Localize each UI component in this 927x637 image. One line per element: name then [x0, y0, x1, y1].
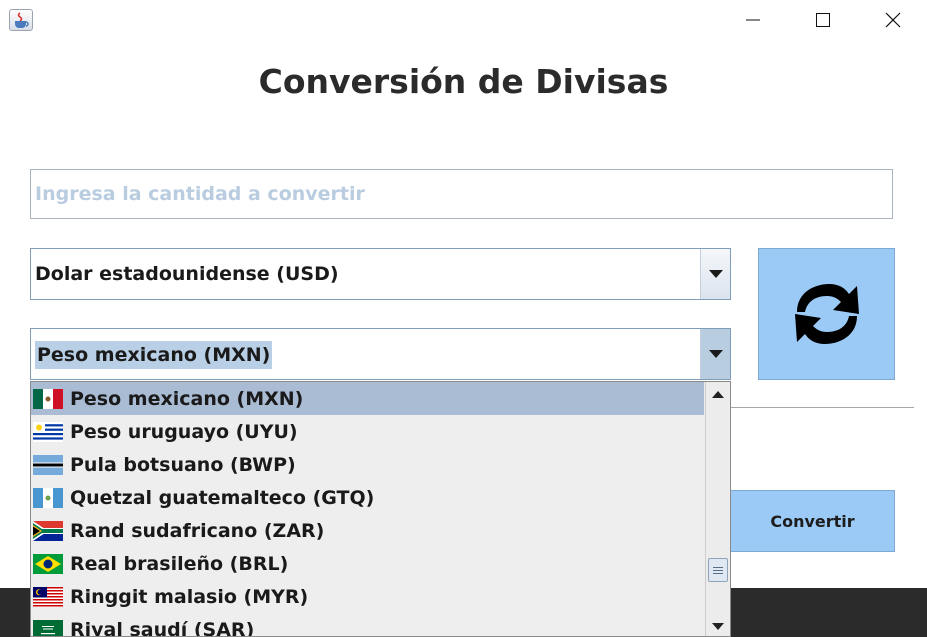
guatemala-flag-icon: [33, 487, 63, 508]
to-currency-value: Peso mexicano (MXN): [35, 341, 273, 369]
chevron-down-icon: [708, 270, 723, 278]
page-title: Conversión de Divisas: [258, 62, 669, 101]
malaysia-flag-icon: [33, 586, 63, 607]
list-item-label: Peso mexicano (MXN): [70, 387, 304, 410]
separator: [731, 407, 914, 408]
botswana-flag-icon: [33, 454, 63, 475]
saudi-arabia-flag-icon: [33, 619, 63, 636]
scrollbar-thumb[interactable]: [708, 558, 728, 582]
list-item-label: Real brasileño (BRL): [70, 552, 289, 575]
maximize-icon: [816, 13, 830, 27]
uruguay-flag-icon: [33, 421, 63, 442]
chevron-down-icon: [712, 622, 724, 630]
mexico-flag-icon: [33, 388, 63, 409]
brazil-flag-icon: [33, 553, 63, 574]
amount-field[interactable]: [30, 169, 893, 219]
from-currency-select[interactable]: Dolar estadounidense (USD): [30, 248, 731, 300]
from-currency-value: Dolar estadounidense (USD): [35, 263, 339, 285]
list-item[interactable]: Pula botsuano (BWP): [31, 448, 704, 481]
list-item[interactable]: Real brasileño (BRL): [31, 547, 704, 580]
list-item-label: Peso uruguayo (UYU): [70, 420, 298, 443]
currency-dropdown-list[interactable]: Peso mexicano (MXN) Peso uruguayo (UYU) …: [30, 381, 731, 637]
list-item-label: Quetzal guatemalteco (GTQ): [70, 486, 375, 509]
close-button[interactable]: [858, 0, 927, 40]
dropdown-scrollbar[interactable]: [705, 382, 730, 636]
list-item-label: Ringgit malasio (MYR): [70, 585, 309, 608]
list-item[interactable]: Quetzal guatemalteco (GTQ): [31, 481, 704, 514]
list-item[interactable]: Rand sudafricano (ZAR): [31, 514, 704, 547]
java-cup-icon[interactable]: [9, 9, 33, 31]
minimize-button[interactable]: [718, 0, 788, 40]
app-window: Conversión de Divisas Dolar estadouniden…: [0, 0, 927, 637]
to-currency-select[interactable]: Peso mexicano (MXN): [30, 328, 731, 380]
list-item[interactable]: Peso uruguayo (UYU): [31, 415, 704, 448]
list-item-label: Riyal saudí (SAR): [70, 618, 255, 637]
south-africa-flag-icon: [33, 520, 63, 541]
maximize-button[interactable]: [788, 0, 858, 40]
list-item-label: Rand sudafricano (ZAR): [70, 519, 325, 542]
from-currency-dropdown-button[interactable]: [700, 249, 730, 299]
swap-currencies-button[interactable]: [758, 248, 895, 380]
close-icon: [885, 12, 901, 28]
list-item[interactable]: Riyal saudí (SAR): [31, 613, 704, 637]
scroll-down-button[interactable]: [706, 614, 730, 636]
amount-input[interactable]: [35, 170, 892, 218]
chevron-down-icon: [708, 350, 723, 358]
scroll-up-button[interactable]: [706, 382, 730, 406]
convert-button[interactable]: Convertir: [730, 490, 895, 552]
chevron-up-icon: [712, 390, 724, 398]
list-item[interactable]: Ringgit malasio (MYR): [31, 580, 704, 613]
to-currency-dropdown-button[interactable]: [700, 329, 730, 379]
minimize-icon: [746, 19, 760, 21]
currency-options: Peso mexicano (MXN) Peso uruguayo (UYU) …: [31, 382, 704, 637]
list-item[interactable]: Peso mexicano (MXN): [31, 382, 704, 415]
list-item-label: Pula botsuano (BWP): [70, 453, 296, 476]
swap-arrows-icon: [794, 284, 859, 344]
